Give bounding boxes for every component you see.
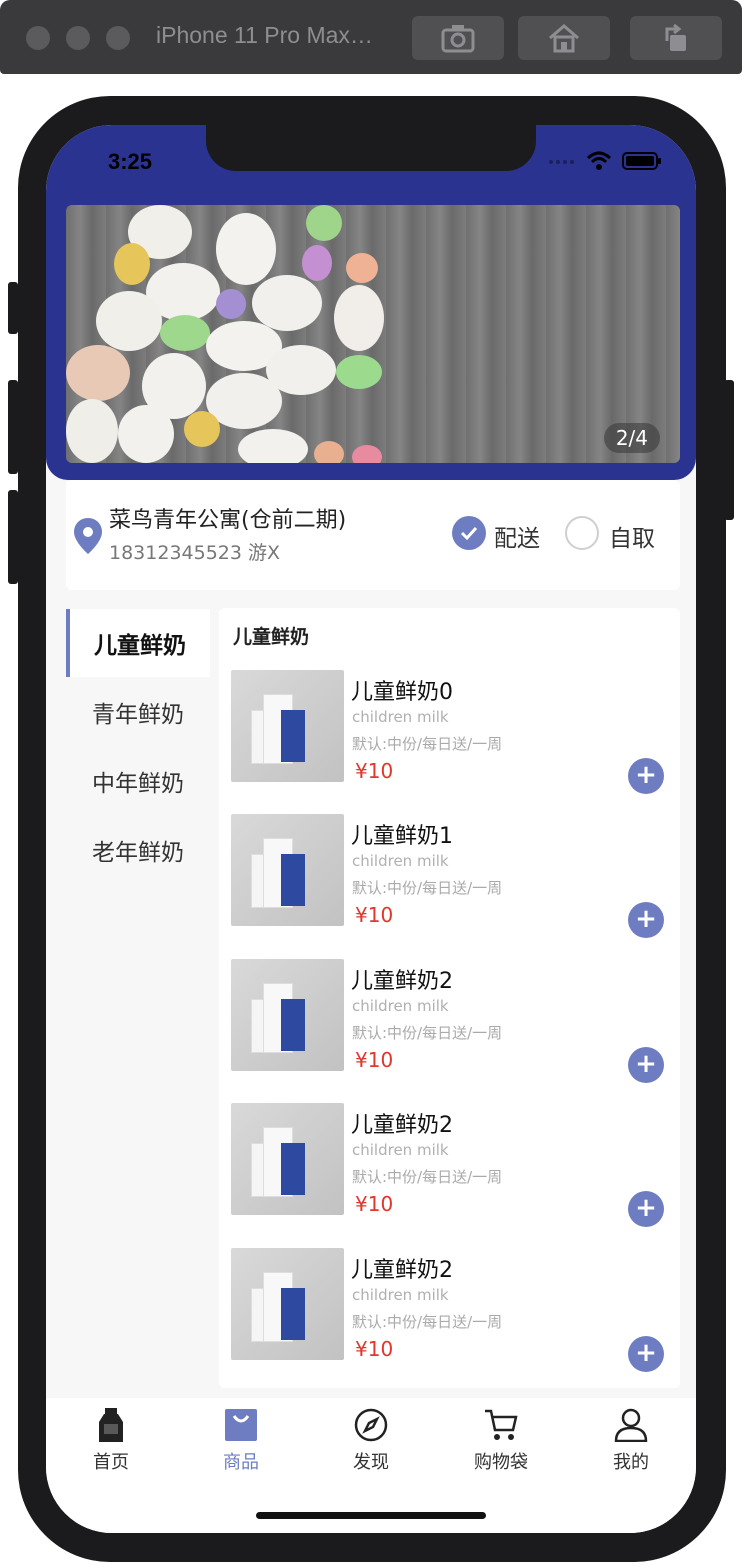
tab-cart-label: 购物袋 [474, 1452, 528, 1473]
power-button [724, 380, 734, 520]
product-item[interactable]: 儿童鲜奶1 children milk 默认:中份/每日送/一周 ¥10 + [231, 814, 671, 938]
product-image [231, 1248, 344, 1360]
product-price: ¥10 [355, 1048, 394, 1072]
rotate-icon [665, 23, 686, 51]
product-name: 儿童鲜奶0 [351, 680, 453, 705]
pickup-label[interactable]: 自取 [609, 519, 655, 553]
user-icon [614, 1408, 648, 1442]
compass-icon [354, 1408, 388, 1442]
product-item[interactable]: 儿童鲜奶0 children milk 默认:中份/每日送/一周 ¥10 + [231, 670, 671, 794]
product-image [231, 1103, 344, 1215]
add-to-cart-button[interactable]: + [628, 758, 664, 794]
plus-icon: + [635, 1193, 657, 1223]
plus-icon: + [635, 760, 657, 790]
product-image [231, 959, 344, 1071]
product-spec: 默认:中份/每日送/一周 [352, 1313, 503, 1331]
zoom-window-button[interactable] [106, 26, 130, 50]
tab-products-label: 商品 [223, 1452, 259, 1473]
plus-icon: + [635, 904, 657, 934]
banner-image [66, 205, 680, 463]
product-image [231, 814, 344, 926]
product-subtitle: children milk [352, 852, 449, 870]
product-spec: 默认:中份/每日送/一周 [352, 735, 503, 753]
product-name: 儿童鲜奶2 [351, 1113, 453, 1138]
camera-icon [441, 25, 475, 53]
battery-icon [622, 152, 661, 170]
tab-home[interactable]: 首页 [61, 1408, 161, 1478]
product-price: ¥10 [355, 759, 394, 783]
address-name: 菜鸟青年公寓(仓前二期) [109, 508, 347, 533]
location-pin-icon [74, 518, 102, 554]
app-screen: 3:25 2/4 菜鸟青年公寓(仓前二期) 18312345523 游X 配送 … [46, 125, 696, 1533]
plus-icon: + [635, 1049, 657, 1079]
signal-icon [549, 160, 574, 164]
product-spec: 默认:中份/每日送/一周 [352, 1024, 503, 1042]
panel-title: 儿童鲜奶 [233, 626, 310, 648]
product-image [231, 670, 344, 782]
product-subtitle: children milk [352, 1286, 449, 1304]
window-title: iPhone 11 Pro Max… [156, 22, 373, 48]
banner-page-indicator: 2/4 [603, 423, 660, 453]
product-name: 儿童鲜奶2 [351, 969, 453, 994]
plus-icon: + [635, 1338, 657, 1368]
home-icon [549, 24, 579, 53]
wifi-icon [586, 151, 612, 170]
checkmark-icon [460, 526, 478, 541]
add-to-cart-button[interactable]: + [628, 902, 664, 938]
add-to-cart-button[interactable]: + [628, 1336, 664, 1372]
product-subtitle: children milk [352, 708, 449, 726]
tab-products[interactable]: 商品 [191, 1408, 291, 1478]
status-time: 3:25 [108, 149, 153, 174]
product-item[interactable]: 儿童鲜奶2 children milk 默认:中份/每日送/一周 ¥10 + [231, 1248, 671, 1372]
product-price: ¥10 [355, 903, 394, 927]
product-name: 儿童鲜奶2 [351, 1258, 453, 1283]
product-price: ¥10 [355, 1192, 394, 1216]
rotate-button[interactable] [630, 16, 722, 60]
tab-profile[interactable]: 我的 [581, 1408, 681, 1478]
product-item[interactable]: 儿童鲜奶2 children milk 默认:中份/每日送/一周 ¥10 + [231, 959, 671, 1083]
category-youth-milk[interactable]: 青年鲜奶 [66, 678, 210, 746]
category-senior-milk[interactable]: 老年鲜奶 [66, 816, 210, 884]
tab-discover-label: 发现 [353, 1452, 389, 1473]
simulator-toolbar: iPhone 11 Pro Max… [0, 0, 742, 74]
add-to-cart-button[interactable]: + [628, 1191, 664, 1227]
pickup-radio[interactable] [565, 516, 599, 550]
mute-switch [8, 282, 18, 334]
delivery-label[interactable]: 配送 [494, 519, 540, 553]
home-button[interactable] [518, 16, 610, 60]
tab-profile-label: 我的 [613, 1452, 649, 1473]
product-name: 儿童鲜奶1 [351, 824, 453, 849]
product-panel: 儿童鲜奶 儿童鲜奶0 children milk 默认:中份/每日送/一周 ¥1… [219, 608, 680, 1388]
volume-down-button [8, 490, 18, 584]
product-spec: 默认:中份/每日送/一周 [352, 1168, 503, 1186]
tab-home-label: 首页 [93, 1452, 129, 1473]
screenshot-button[interactable] [412, 16, 504, 60]
status-icons [548, 151, 662, 171]
product-price: ¥10 [355, 1337, 394, 1361]
home-indicator [256, 1512, 486, 1519]
address-card[interactable]: 菜鸟青年公寓(仓前二期) 18312345523 游X 配送 自取 [66, 480, 680, 590]
close-window-button[interactable] [26, 26, 50, 50]
product-subtitle: children milk [352, 997, 449, 1015]
delivery-radio[interactable] [452, 516, 486, 550]
banner-carousel[interactable]: 2/4 [66, 205, 680, 463]
product-item[interactable]: 儿童鲜奶2 children milk 默认:中份/每日送/一周 ¥10 + [231, 1103, 671, 1227]
product-subtitle: children milk [352, 1141, 449, 1159]
tab-cart[interactable]: 购物袋 [451, 1408, 551, 1478]
tab-discover[interactable]: 发现 [321, 1408, 421, 1478]
milk-bottle-icon [99, 1408, 123, 1442]
cart-icon [485, 1409, 518, 1440]
volume-up-button [8, 380, 18, 474]
add-to-cart-button[interactable]: + [628, 1047, 664, 1083]
category-middle-age-milk[interactable]: 中年鲜奶 [66, 747, 210, 815]
notch [206, 125, 536, 171]
address-contact: 18312345523 游X [109, 542, 281, 564]
shopping-bag-icon [225, 1409, 257, 1441]
product-spec: 默认:中份/每日送/一周 [352, 879, 503, 897]
category-children-milk[interactable]: 儿童鲜奶 [66, 609, 210, 677]
minimize-window-button[interactable] [66, 26, 90, 50]
